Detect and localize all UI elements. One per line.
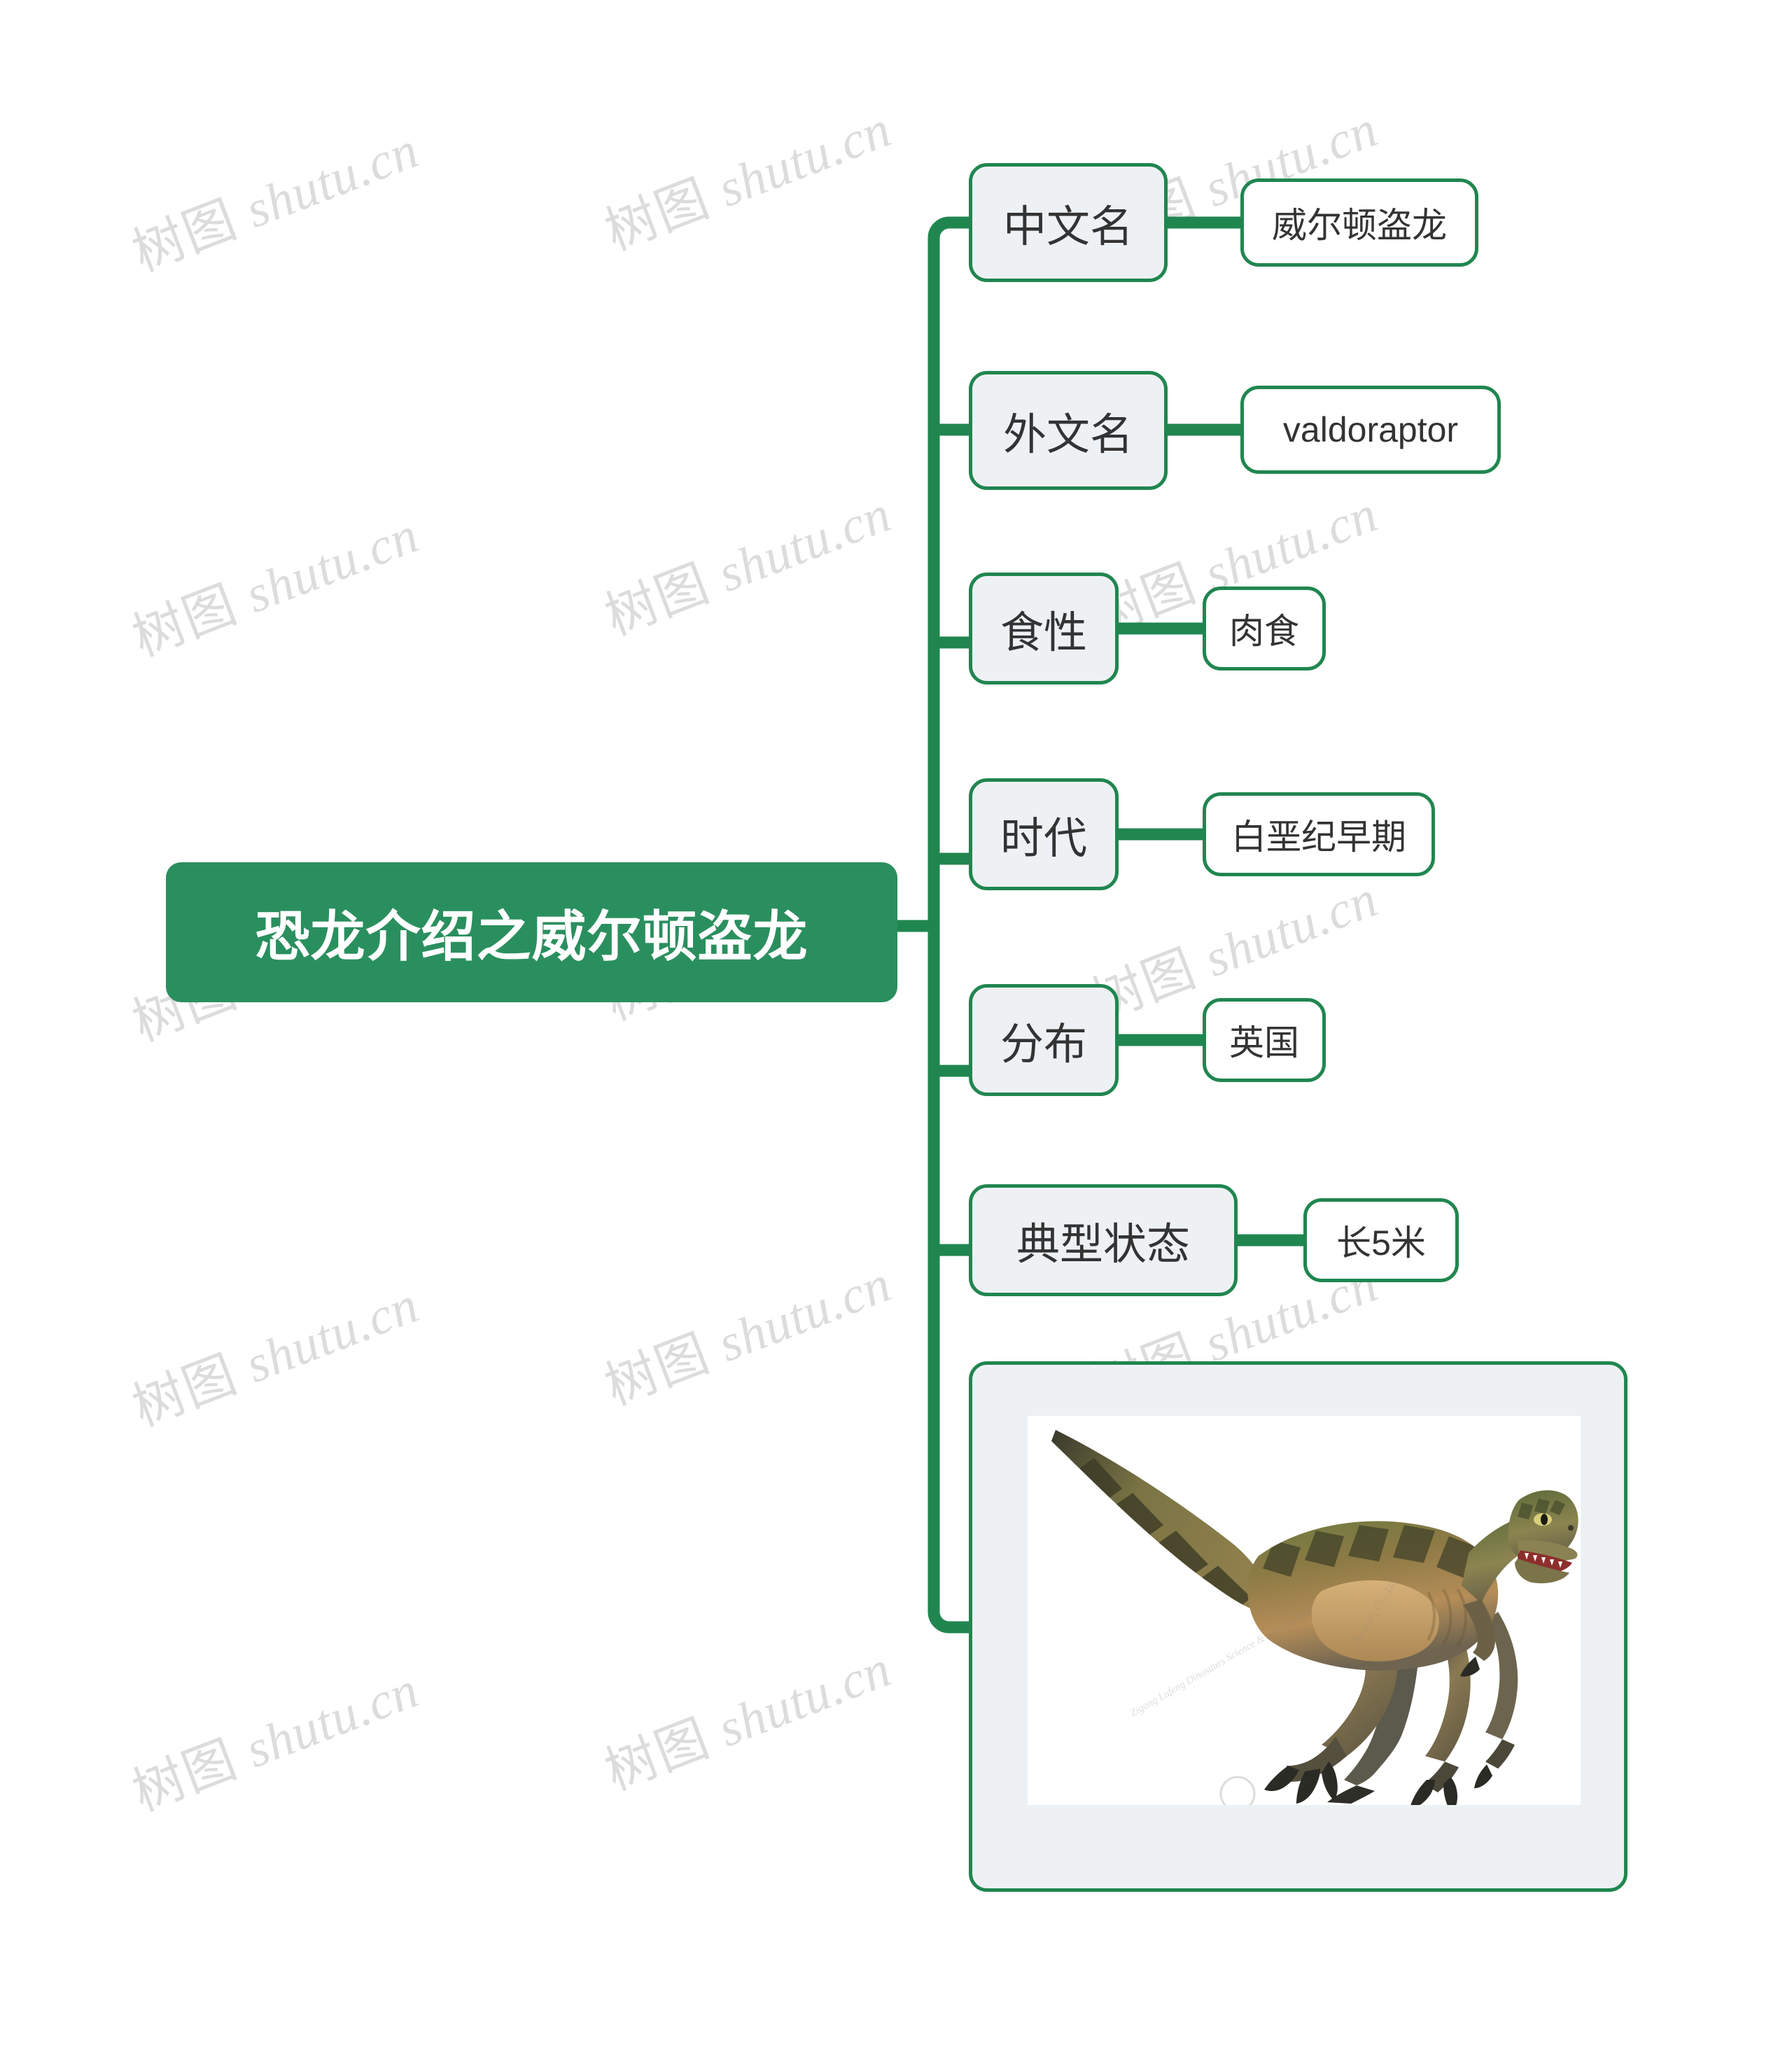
watermark-cn-text: 树图 bbox=[124, 1728, 246, 1823]
watermark-en-text: shutu.cn bbox=[238, 121, 427, 239]
watermark-10: 树图 shutu.cn bbox=[596, 1255, 899, 1417]
watermark-en-text: shutu.cn bbox=[238, 1276, 427, 1394]
watermark-en-text: shutu.cn bbox=[238, 506, 427, 624]
watermark-cn-text: 树图 bbox=[596, 1322, 718, 1417]
branch-node-label: 食性 bbox=[1000, 609, 1087, 657]
watermark-en-text: shutu.cn bbox=[710, 485, 899, 603]
leaf-node-2[interactable]: 肉食 bbox=[1203, 587, 1326, 671]
leaf-node-3[interactable]: 白垩纪早期 bbox=[1203, 792, 1435, 876]
root-node[interactable]: 恐龙介绍之威尔顿盗龙 bbox=[166, 862, 897, 1002]
watermark-3: 树图 shutu.cn bbox=[596, 485, 899, 647]
branch-node-label: 时代 bbox=[1000, 815, 1087, 863]
watermark-12: 树图 shutu.cn bbox=[124, 1661, 427, 1823]
watermark-en-text: shutu.cn bbox=[710, 1640, 899, 1758]
dinosaur-image: Zigong Lufeng Dinosaurs Science & Art Co… bbox=[1028, 1416, 1581, 1805]
dinosaur-illustration-svg: Zigong Lufeng Dinosaurs Science & Art Co… bbox=[1051, 1430, 1578, 1805]
dino-image-watermark-1: Zigong Lufeng Dinosaurs Science & Art Co… bbox=[1128, 1606, 1315, 1720]
leaf-node-value: 肉食 bbox=[1229, 612, 1299, 651]
watermark-cn-text: 树图 bbox=[596, 167, 718, 262]
branch-node-label: 中文名 bbox=[1002, 203, 1133, 251]
watermark-cn-text: 树图 bbox=[596, 552, 718, 647]
watermark-1: 树图 shutu.cn bbox=[596, 100, 899, 262]
branch-node-1[interactable]: 外文名 bbox=[969, 371, 1168, 490]
watermark-cn-text: 树图 bbox=[124, 1343, 246, 1438]
watermark-en-text: shutu.cn bbox=[1197, 870, 1386, 988]
watermark-cn-text: 树图 bbox=[124, 573, 246, 668]
branch-node-3[interactable]: 时代 bbox=[969, 778, 1119, 890]
watermark-cn-text: 树图 bbox=[596, 1707, 718, 1802]
branch-node-2[interactable]: 食性 bbox=[969, 573, 1119, 685]
watermark-13: 树图 shutu.cn bbox=[596, 1640, 899, 1802]
image-node[interactable]: Zigong Lufeng Dinosaurs Science & Art Co… bbox=[969, 1361, 1628, 1892]
watermark-en-text: shutu.cn bbox=[1197, 485, 1386, 603]
leaf-node-value: 英国 bbox=[1229, 1023, 1299, 1062]
leaf-node-1[interactable]: valdoraptor bbox=[1240, 386, 1501, 474]
leaf-node-value: 长5米 bbox=[1336, 1223, 1426, 1263]
branch-node-0[interactable]: 中文名 bbox=[969, 163, 1168, 282]
leaf-node-value: 白垩纪早期 bbox=[1231, 817, 1406, 857]
mindmap-canvas: 树图 shutu.cn 树图 shutu.cn 树图 shutu.cn 树图 shut… bbox=[0, 0, 1792, 2057]
branch-node-5[interactable]: 典型状态 bbox=[969, 1184, 1238, 1296]
branch-node-label: 外文名 bbox=[1002, 411, 1133, 459]
leaf-node-4[interactable]: 英国 bbox=[1203, 998, 1326, 1082]
leaf-node-5[interactable]: 长5米 bbox=[1303, 1198, 1459, 1282]
root-node-label: 恐龙介绍之威尔顿盗龙 bbox=[255, 906, 808, 967]
leaf-node-0[interactable]: 威尔顿盗龙 bbox=[1240, 178, 1478, 267]
watermark-cn-text: 树图 bbox=[124, 188, 246, 283]
branch-node-4[interactable]: 分布 bbox=[969, 984, 1119, 1096]
branch-node-label: 分布 bbox=[1000, 1020, 1087, 1069]
watermark-en-text: shutu.cn bbox=[710, 100, 899, 218]
watermark-0: 树图 shutu.cn bbox=[124, 121, 427, 283]
connector-elbow-0 bbox=[934, 329, 969, 344]
leaf-node-value: 威尔顿盗龙 bbox=[1272, 206, 1447, 245]
watermark-en-text: shutu.cn bbox=[238, 1661, 427, 1779]
watermark-9: 树图 shutu.cn bbox=[124, 1276, 427, 1438]
leaf-node-value: valdoraptor bbox=[1282, 410, 1459, 449]
branch-node-label: 典型状态 bbox=[1016, 1221, 1190, 1269]
watermark-2: 树图 shutu.cn bbox=[124, 506, 427, 668]
watermark-en-text: shutu.cn bbox=[710, 1255, 899, 1373]
